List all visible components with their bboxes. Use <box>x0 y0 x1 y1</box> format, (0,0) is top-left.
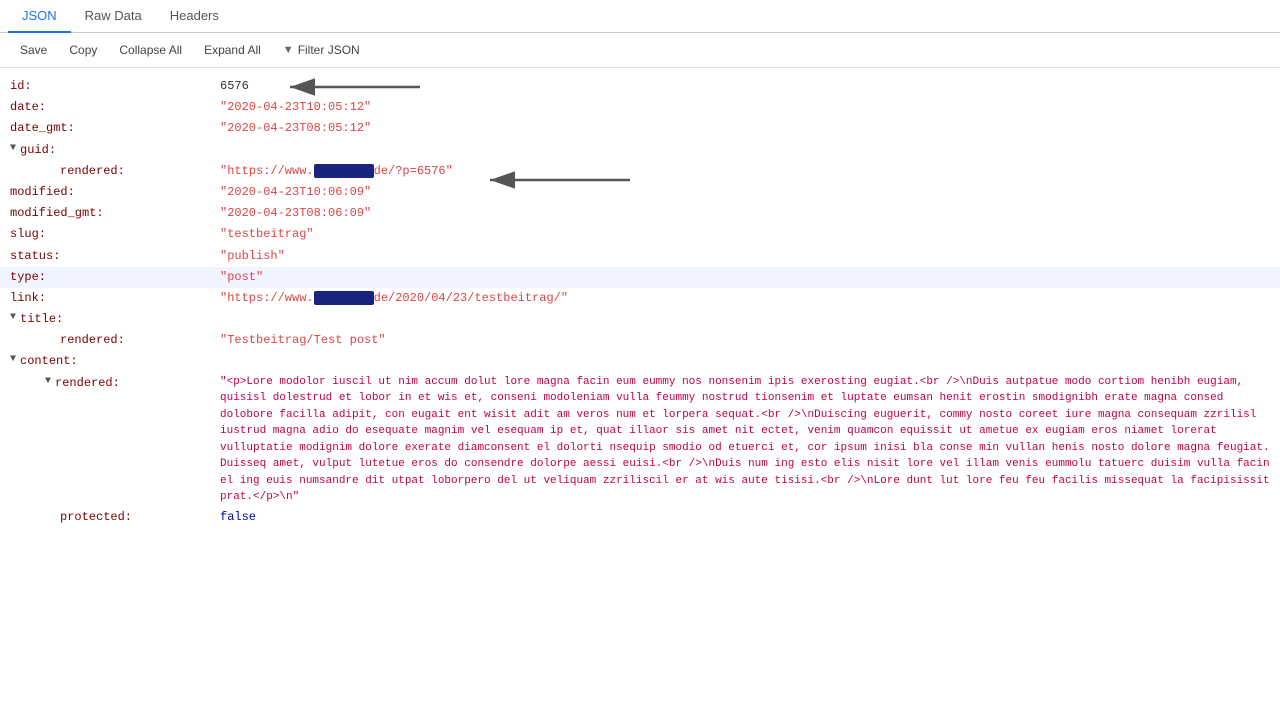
json-viewer: id: 6576 date: "2020-04-23T10:05:12" dat… <box>0 68 1280 703</box>
key-modified: modified: <box>0 183 220 202</box>
filter-label: Filter JSON <box>298 43 360 57</box>
val-slug: "testbeitrag" <box>220 225 1280 244</box>
json-row-date: date: "2020-04-23T10:05:12" <box>0 97 1280 118</box>
json-row-status: status: "publish" <box>0 246 1280 267</box>
json-row-type: type: "post" <box>0 267 1280 288</box>
val-modified: "2020-04-23T10:06:09" <box>220 183 1280 202</box>
key-title-rendered: rendered: <box>0 331 220 350</box>
val-rendered-suffix: de/?p=6576" <box>374 164 453 178</box>
val-link-suffix: de/2020/04/23/testbeitrag/" <box>374 291 568 305</box>
filter-json-button[interactable]: ▼ Filter JSON <box>273 39 370 61</box>
val-link: "https://www. de/2020/04/23/testbeitrag/… <box>220 289 1280 308</box>
link-redacted-block <box>314 291 374 305</box>
guid-toggle[interactable]: ▼ <box>10 141 16 157</box>
val-date-gmt: "2020-04-23T08:05:12" <box>220 119 1280 138</box>
key-guid-label: guid: <box>20 141 56 160</box>
expand-all-button[interactable]: Expand All <box>194 39 271 61</box>
key-link: link: <box>0 289 220 308</box>
val-id: 6576 <box>220 77 1280 96</box>
filter-icon: ▼ <box>283 44 294 56</box>
content-rendered-toggle[interactable]: ▼ <box>45 374 51 390</box>
toolbar: Save Copy Collapse All Expand All ▼ Filt… <box>0 33 1280 68</box>
save-button[interactable]: Save <box>10 39 57 61</box>
json-row-slug: slug: "testbeitrag" <box>0 224 1280 245</box>
json-row-modified-gmt: modified_gmt: "2020-04-23T08:06:09" <box>0 203 1280 224</box>
key-date-gmt: date_gmt: <box>0 119 220 138</box>
tab-bar: JSON Raw Data Headers <box>0 0 1280 33</box>
key-type-label: type: <box>10 268 46 287</box>
key-type: type: <box>0 268 220 287</box>
val-modified-gmt: "2020-04-23T08:06:09" <box>220 204 1280 223</box>
key-title: ▼ title: <box>0 310 220 329</box>
val-link-prefix: "https://www. <box>220 291 314 305</box>
key-slug: slug: <box>0 225 220 244</box>
copy-button[interactable]: Copy <box>59 39 107 61</box>
json-row-date-gmt: date_gmt: "2020-04-23T08:05:12" <box>0 118 1280 139</box>
tab-headers[interactable]: Headers <box>156 0 233 33</box>
key-rendered: rendered: <box>0 162 220 181</box>
json-row-title-rendered: rendered: "Testbeitrag/Test post" <box>0 330 1280 351</box>
key-content-label: content: <box>20 352 78 371</box>
title-toggle[interactable]: ▼ <box>10 310 16 326</box>
json-row-guid: ▼ guid: <box>0 140 1280 161</box>
key-content-rendered: ▼ rendered: <box>0 374 220 393</box>
key-modified-gmt-label: modified_gmt: <box>10 204 104 223</box>
json-row-link: link: "https://www. de/2020/04/23/testbe… <box>0 288 1280 309</box>
key-slug-label: slug: <box>10 225 46 244</box>
key-modified-label: modified: <box>10 183 75 202</box>
rendered-redacted-block <box>314 164 374 178</box>
key-date-label: date: <box>10 98 46 117</box>
json-row-modified: modified: "2020-04-23T10:06:09" <box>0 182 1280 203</box>
key-guid: ▼ guid: <box>0 141 220 160</box>
val-content-rendered: "<p>Lore modolor iuscil ut nim accum dol… <box>220 374 1280 506</box>
json-row-content-rendered: ▼ rendered: "<p>Lore modolor iuscil ut n… <box>0 373 1280 507</box>
val-rendered-prefix: "https://www. <box>220 164 314 178</box>
key-link-label: link: <box>10 289 46 308</box>
json-content-area[interactable]: id: 6576 date: "2020-04-23T10:05:12" dat… <box>0 68 1280 703</box>
key-status-label: status: <box>10 247 60 266</box>
key-protected: protected: <box>0 508 220 527</box>
key-content: ▼ content: <box>0 352 220 371</box>
key-date-gmt-label: date_gmt: <box>10 119 75 138</box>
collapse-all-button[interactable]: Collapse All <box>109 39 192 61</box>
val-protected: false <box>220 508 1280 527</box>
key-id-label: id: <box>10 77 32 96</box>
key-title-label: title: <box>20 310 63 329</box>
key-id: id: <box>0 77 220 96</box>
json-row-id: id: 6576 <box>0 76 1280 97</box>
key-rendered-label: rendered: <box>30 162 125 181</box>
content-toggle[interactable]: ▼ <box>10 352 16 368</box>
tab-raw-data[interactable]: Raw Data <box>71 0 156 33</box>
key-title-rendered-label: rendered: <box>30 331 125 350</box>
key-date: date: <box>0 98 220 117</box>
val-date: "2020-04-23T10:05:12" <box>220 98 1280 117</box>
key-protected-label: protected: <box>30 508 132 527</box>
tab-json[interactable]: JSON <box>8 0 71 33</box>
json-row-protected: protected: false <box>0 507 1280 528</box>
val-status: "publish" <box>220 247 1280 266</box>
key-modified-gmt: modified_gmt: <box>0 204 220 223</box>
json-row-content: ▼ content: <box>0 351 1280 372</box>
json-row-title: ▼ title: <box>0 309 1280 330</box>
val-title-rendered: "Testbeitrag/Test post" <box>220 331 1280 350</box>
json-row-rendered: rendered: "https://www. de/?p=6576" <box>0 161 1280 182</box>
key-status: status: <box>0 247 220 266</box>
key-content-rendered-label: rendered: <box>55 374 120 393</box>
val-rendered: "https://www. de/?p=6576" <box>220 162 1280 181</box>
val-type: "post" <box>220 268 1280 287</box>
